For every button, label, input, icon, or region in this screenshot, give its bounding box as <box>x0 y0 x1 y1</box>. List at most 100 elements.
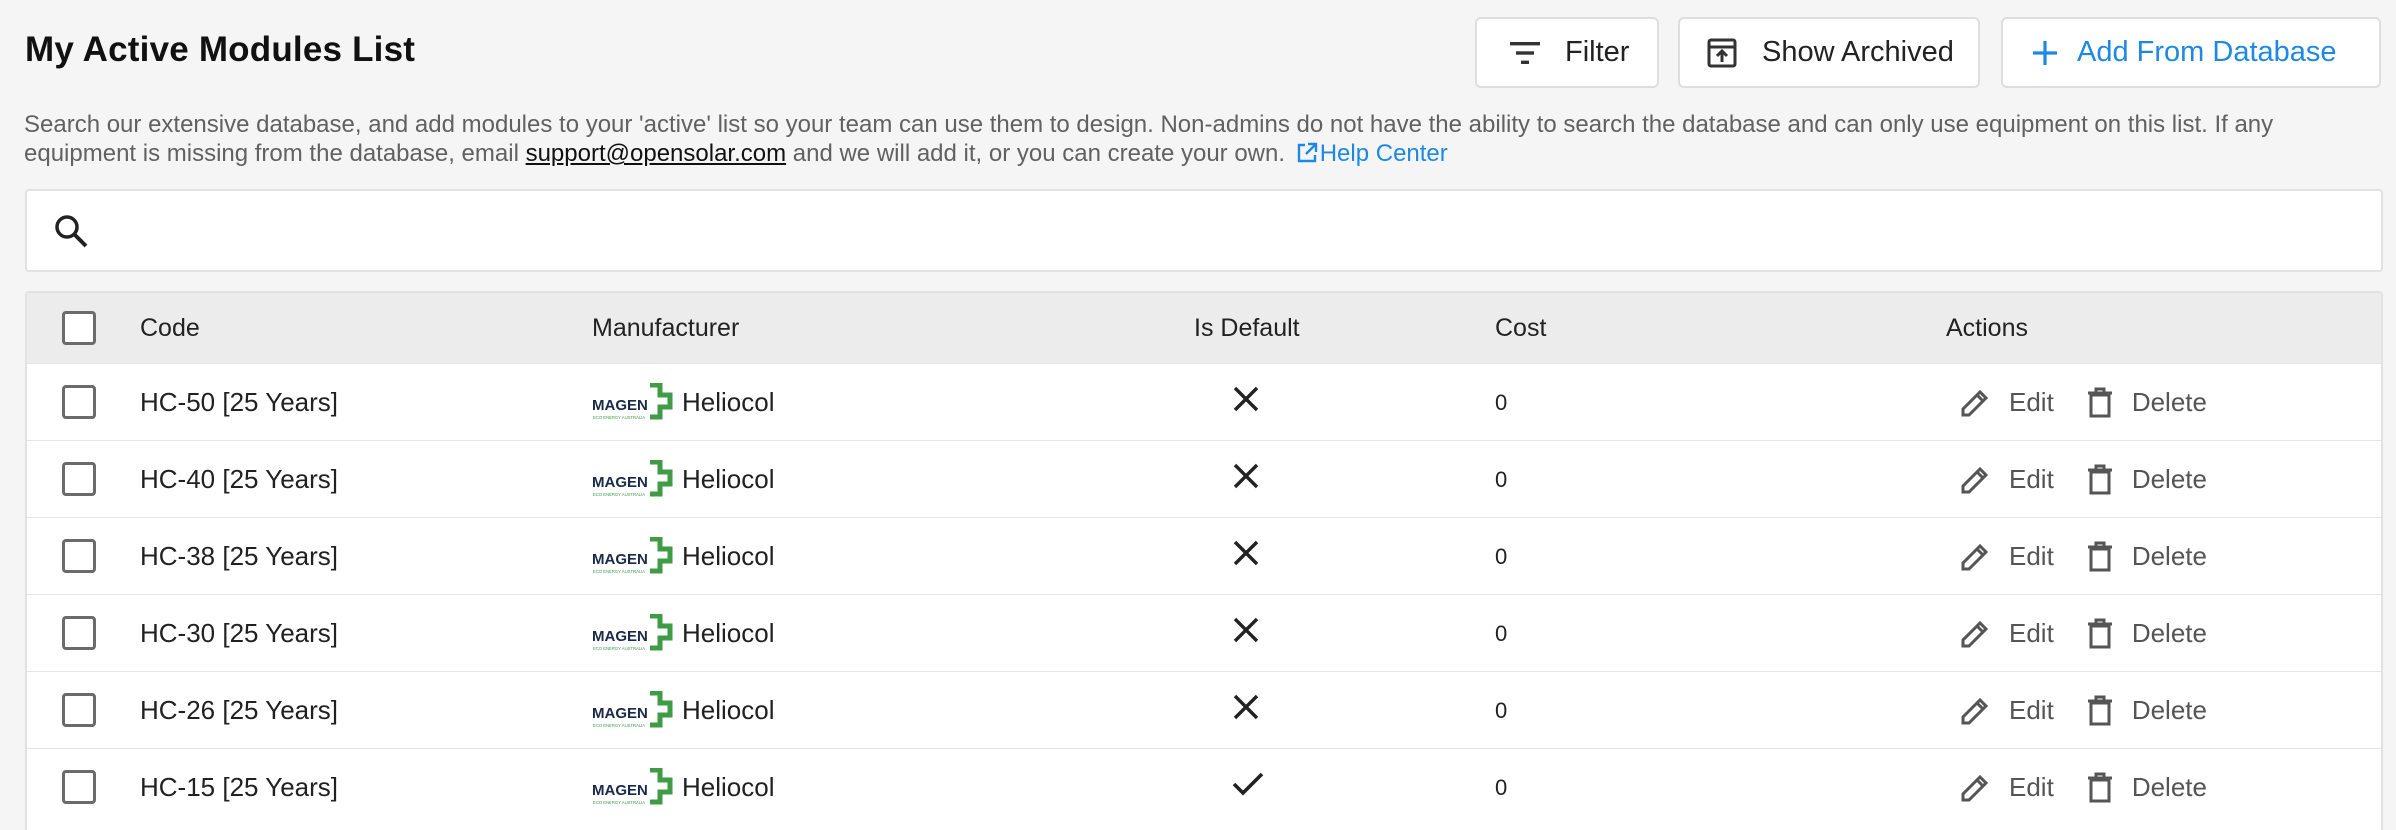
description-tail: and we will add it, or you can create yo… <box>792 140 1286 167</box>
manufacturer-cell: MAGEN ECO ENERGY AUSTRALIA Heliocol <box>592 441 775 518</box>
pencil-icon <box>1961 389 1989 416</box>
magen-logo: MAGEN ECO ENERGY AUSTRALIA <box>592 382 673 420</box>
edit-button[interactable]: Edit <box>1959 695 2086 727</box>
cross-icon <box>1233 617 1259 643</box>
delete-label: Delete <box>2131 541 2207 571</box>
description-text: Search our extensive database, and add m… <box>24 110 2384 168</box>
svg-text:ECO ENERGY AUSTRALIA: ECO ENERGY AUSTRALIA <box>593 800 645 805</box>
column-header-code[interactable]: Code <box>140 293 200 363</box>
code-cell: HC-40 [25 Years] <box>140 464 339 494</box>
edit-button[interactable]: Edit <box>1959 618 2086 650</box>
external-link-icon <box>1297 142 1317 163</box>
edit-button[interactable]: Edit <box>1959 541 2086 573</box>
cross-icon <box>1233 694 1259 720</box>
filter-icon <box>1507 35 1543 71</box>
edit-label: Edit <box>2009 464 2054 494</box>
table-row[interactable]: HC-40 [25 Years] MAGEN ECO ENERGY AUSTRA… <box>27 440 2381 517</box>
delete-label: Delete <box>2131 387 2207 417</box>
manufacturer-cell: MAGEN ECO ENERGY AUSTRALIA Heliocol <box>592 518 775 595</box>
delete-button[interactable]: Delete <box>2086 695 2207 727</box>
table-header: Code Manufacturer Is Default Cost Action… <box>27 293 2381 363</box>
table-row[interactable]: HC-50 [25 Years] MAGEN ECO ENERGY AUSTRA… <box>27 363 2381 440</box>
manufacturer-cell: MAGEN ECO ENERGY AUSTRALIA Heliocol <box>592 749 775 826</box>
delete-button[interactable]: Delete <box>2086 387 2207 419</box>
table-row[interactable]: HC-30 [25 Years] MAGEN ECO ENERGY AUSTRA… <box>27 594 2381 671</box>
is-default-cell <box>1232 749 1264 826</box>
cost-cell: 0 <box>1495 543 1508 569</box>
search-input[interactable] <box>117 201 2317 261</box>
svg-text:ECO ENERGY AUSTRALIA: ECO ENERGY AUSTRALIA <box>593 646 645 651</box>
manufacturer-name: Heliocol <box>682 464 775 494</box>
actions-cell: Edit Delete <box>1959 749 2207 826</box>
column-header-manufacturer[interactable]: Manufacturer <box>592 293 739 363</box>
cost-cell: 0 <box>1495 466 1508 492</box>
is-default-cell <box>1232 595 1260 672</box>
edit-button[interactable]: Edit <box>1959 464 2086 496</box>
pencil-icon <box>1961 620 1989 647</box>
code-cell: HC-26 [25 Years] <box>140 695 339 725</box>
delete-label: Delete <box>2131 618 2207 648</box>
search-icon <box>53 213 89 254</box>
pencil-icon <box>1961 466 1989 493</box>
svg-text:MAGEN: MAGEN <box>592 628 648 645</box>
delete-label: Delete <box>2131 695 2207 725</box>
row-checkbox[interactable] <box>62 693 96 727</box>
plus-icon <box>2027 35 2063 71</box>
filter-button[interactable]: Filter <box>1475 17 1659 88</box>
select-all-checkbox[interactable] <box>62 311 96 345</box>
trash-icon <box>2087 695 2112 725</box>
search-bar <box>25 189 2383 272</box>
edit-label: Edit <box>2009 695 2054 725</box>
table-row[interactable]: HC-38 [25 Years] MAGEN ECO ENERGY AUSTRA… <box>27 517 2381 594</box>
actions-cell: Edit Delete <box>1959 595 2207 672</box>
svg-text:ECO ENERGY AUSTRALIA: ECO ENERGY AUSTRALIA <box>593 415 645 420</box>
svg-text:MAGEN: MAGEN <box>592 705 648 722</box>
cross-icon <box>1233 386 1259 412</box>
actions-cell: Edit Delete <box>1959 441 2207 518</box>
edit-button[interactable]: Edit <box>1959 772 2086 804</box>
cost-cell: 0 <box>1495 774 1508 800</box>
manufacturer-cell: MAGEN ECO ENERGY AUSTRALIA Heliocol <box>592 595 775 672</box>
row-checkbox[interactable] <box>62 616 96 650</box>
svg-text:ECO ENERGY AUSTRALIA: ECO ENERGY AUSTRALIA <box>593 569 645 574</box>
check-icon <box>1232 772 1264 796</box>
column-header-cost[interactable]: Cost <box>1495 293 1546 363</box>
row-checkbox[interactable] <box>62 462 96 496</box>
is-default-cell <box>1232 672 1260 749</box>
actions-cell: Edit Delete <box>1959 672 2207 749</box>
actions-cell: Edit Delete <box>1959 364 2207 441</box>
manufacturer-name: Heliocol <box>682 618 775 648</box>
edit-label: Edit <box>2009 387 2054 417</box>
cross-icon <box>1233 463 1259 489</box>
manufacturer-cell: MAGEN ECO ENERGY AUSTRALIA Heliocol <box>592 364 775 441</box>
is-default-cell <box>1232 441 1260 518</box>
help-center-label: Help Center <box>1319 140 1448 167</box>
edit-label: Edit <box>2009 618 2054 648</box>
row-checkbox[interactable] <box>62 385 96 419</box>
is-default-cell <box>1232 364 1260 441</box>
table-row[interactable]: HC-15 [25 Years] MAGEN ECO ENERGY AUSTRA… <box>27 748 2381 825</box>
help-center-link[interactable]: Help Center <box>1292 140 1448 167</box>
edit-button[interactable]: Edit <box>1959 387 2086 419</box>
table-row[interactable]: HC-26 [25 Years] MAGEN ECO ENERGY AUSTRA… <box>27 671 2381 748</box>
delete-button[interactable]: Delete <box>2086 541 2207 573</box>
show-archived-button[interactable]: Show Archived <box>1678 17 1980 88</box>
manufacturer-name: Heliocol <box>682 541 775 571</box>
magen-logo: MAGEN ECO ENERGY AUSTRALIA <box>592 690 673 728</box>
delete-label: Delete <box>2131 772 2207 802</box>
trash-icon <box>2087 618 2112 648</box>
page-title: My Active Modules List <box>25 30 416 69</box>
add-from-database-button[interactable]: Add From Database <box>2001 17 2381 88</box>
support-email-link[interactable]: support@opensolar.com <box>526 140 787 167</box>
edit-label: Edit <box>2009 541 2054 571</box>
trash-icon <box>2087 464 2112 494</box>
delete-button[interactable]: Delete <box>2086 464 2207 496</box>
manufacturer-name: Heliocol <box>682 695 775 725</box>
delete-button[interactable]: Delete <box>2086 772 2207 804</box>
row-checkbox[interactable] <box>62 539 96 573</box>
delete-button[interactable]: Delete <box>2086 618 2207 650</box>
svg-text:MAGEN: MAGEN <box>592 474 648 491</box>
svg-text:ECO ENERGY AUSTRALIA: ECO ENERGY AUSTRALIA <box>593 492 645 497</box>
column-header-is-default[interactable]: Is Default <box>1194 293 1300 363</box>
row-checkbox[interactable] <box>62 770 96 804</box>
